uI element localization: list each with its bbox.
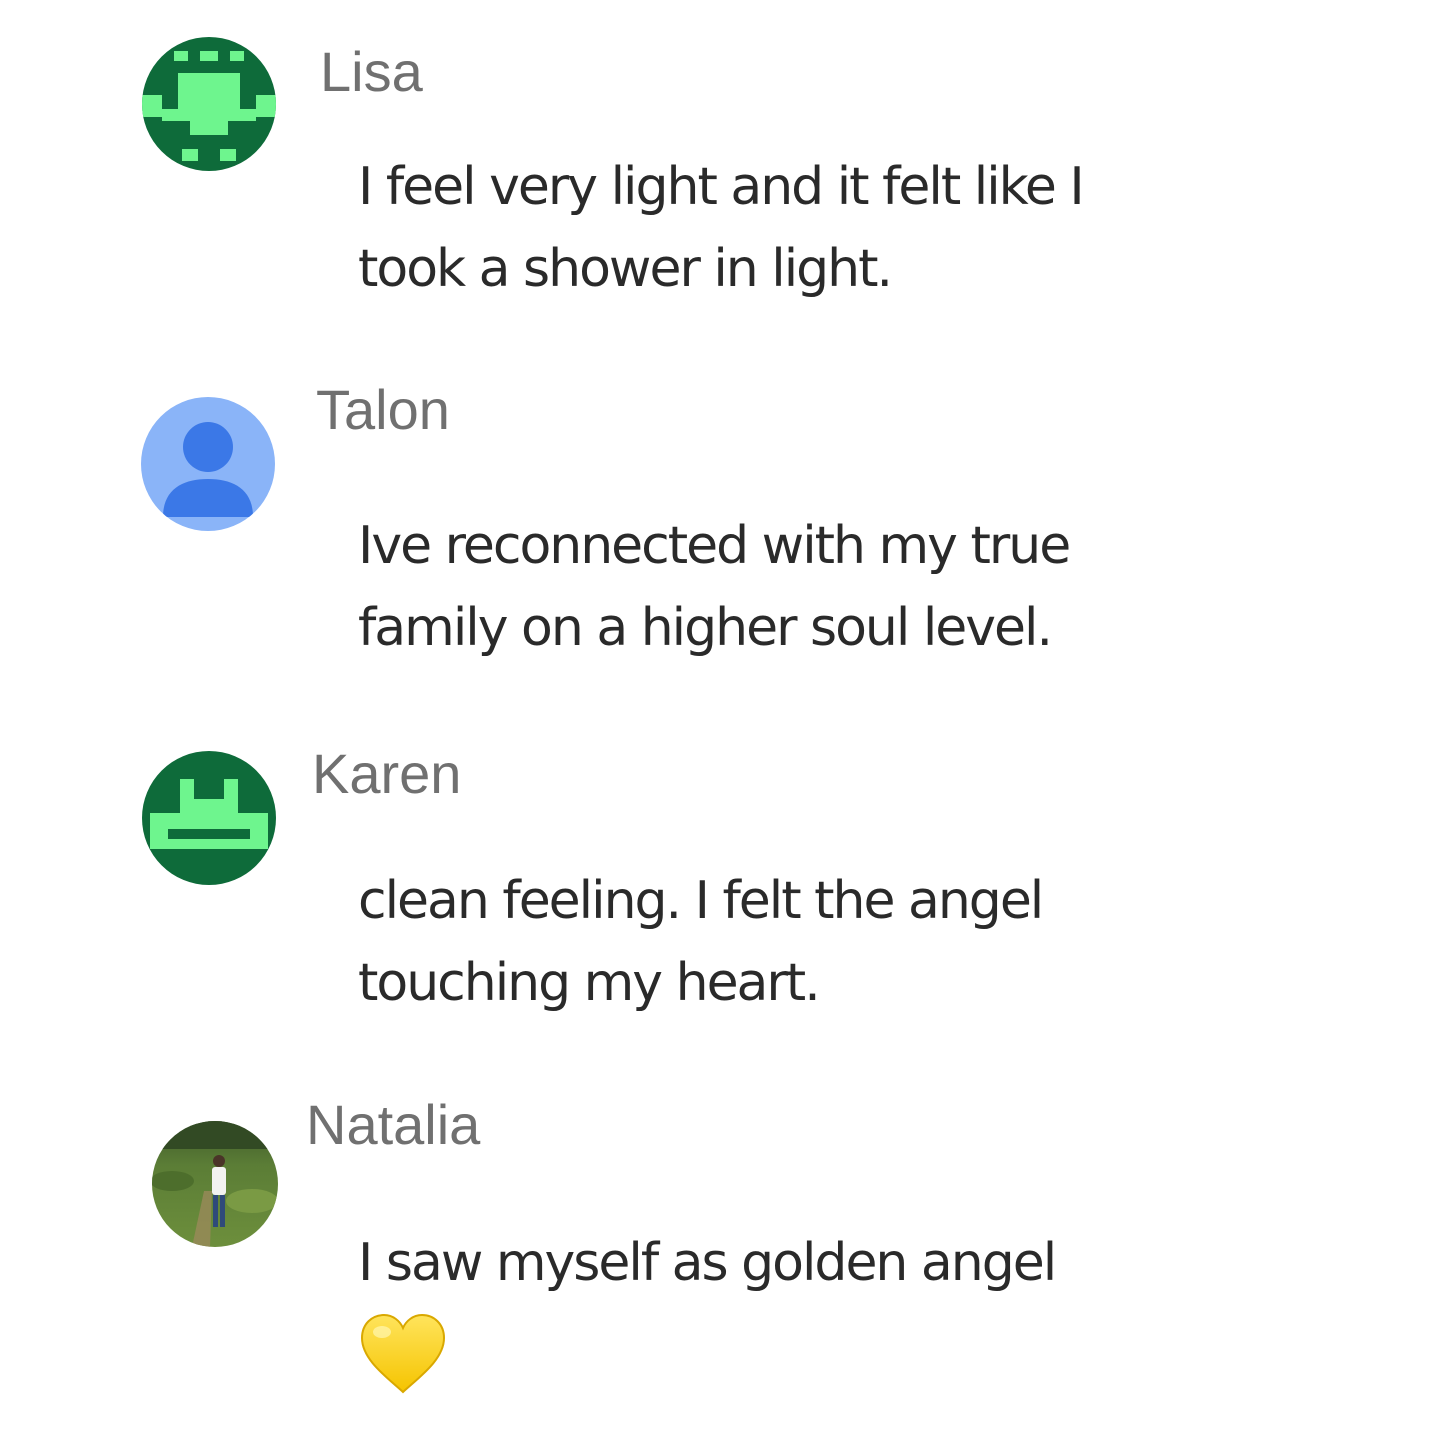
photo-avatar <box>152 1121 278 1247</box>
comment-text: I saw myself as golden angel <box>358 1222 1258 1396</box>
pixel-avatar-icon <box>142 37 276 171</box>
avatar[interactable] <box>152 1121 278 1247</box>
comment-text: Ive reconnected with my true family on a… <box>358 505 1258 669</box>
comment-author[interactable]: Lisa <box>320 44 423 100</box>
comment-line: I saw myself as golden angel <box>358 1233 1057 1293</box>
default-person-icon <box>141 397 275 531</box>
comment-text: clean feeling. I felt the angel touching… <box>358 860 1258 1024</box>
comment-author[interactable]: Talon <box>316 382 450 438</box>
comment-author[interactable]: Natalia <box>306 1097 480 1153</box>
comment-line: I feel very light and it felt like I <box>358 157 1085 217</box>
comment-line: took a shower in light. <box>358 239 893 299</box>
pixel-avatar-icon <box>142 751 276 885</box>
comment-author[interactable]: Karen <box>312 746 461 802</box>
avatar[interactable] <box>141 397 275 531</box>
comment-line: touching my heart. <box>358 953 821 1013</box>
comment-line: family on a higher soul level. <box>358 598 1053 658</box>
avatar[interactable] <box>142 37 276 171</box>
comment-text: I feel very light and it felt like I too… <box>358 146 1258 310</box>
avatar[interactable] <box>142 751 276 885</box>
comment-line: Ive reconnected with my true <box>358 516 1071 576</box>
comment-list: Lisa I feel very light and it felt like … <box>0 0 1440 1440</box>
comment-line: clean feeling. I felt the angel <box>358 871 1044 931</box>
yellow-heart-icon <box>360 1313 446 1394</box>
